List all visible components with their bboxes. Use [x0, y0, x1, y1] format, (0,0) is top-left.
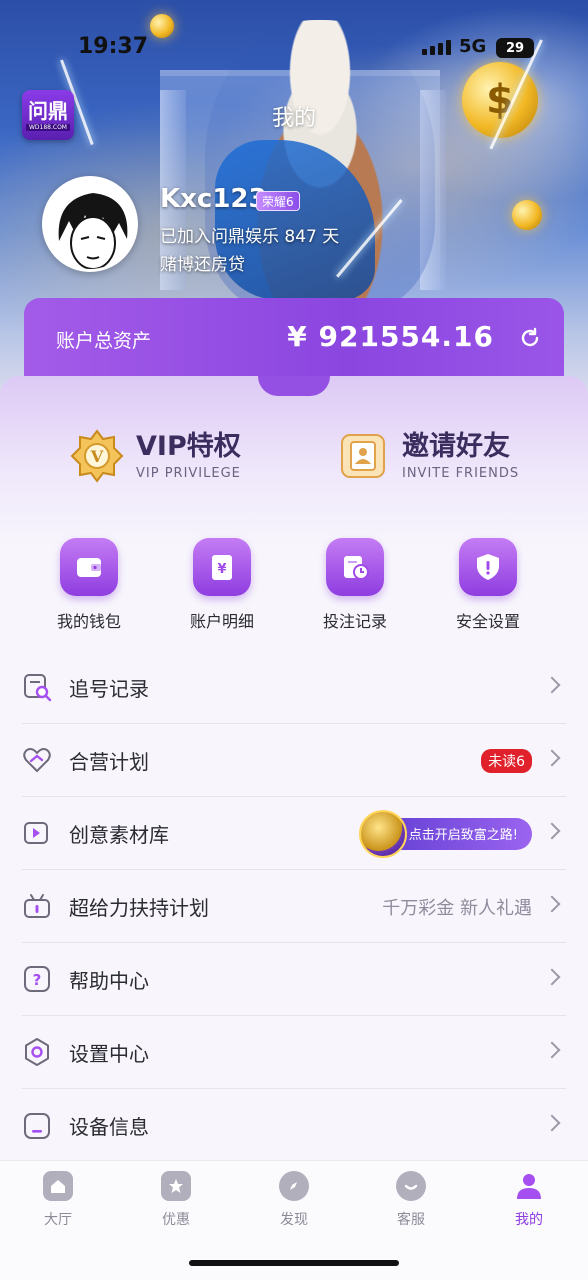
unread-badge: 未读6 — [481, 748, 532, 773]
crown-badge-icon — [358, 809, 407, 858]
menu-label: 设置中心 — [69, 1041, 149, 1066]
invite-friends-button[interactable]: 邀请好友 INVITE FRIENDS — [336, 426, 519, 486]
device-icon — [22, 1111, 52, 1141]
menu-label: 设备信息 — [69, 1115, 149, 1139]
invite-subtitle: INVITE FRIENDS — [402, 465, 520, 481]
quick-bet-record-label: 投注记录 — [322, 612, 387, 631]
coin-icon — [512, 200, 542, 230]
tab-promotions[interactable]: 优惠 — [136, 1171, 216, 1229]
signal-icon — [422, 40, 451, 55]
invite-icon — [341, 434, 385, 478]
quick-security[interactable]: 安全设置 — [433, 538, 543, 632]
menu-label: 超给力扶持计划 — [69, 895, 209, 920]
menu-item-help-center[interactable]: ? 帮助中心 — [22, 943, 566, 1016]
battery-level: 29 — [505, 40, 525, 56]
user-icon — [514, 1171, 544, 1201]
tab-label: 发现 — [280, 1212, 308, 1228]
home-icon — [43, 1171, 73, 1201]
quick-security-label: 安全设置 — [455, 612, 520, 631]
joined-days: 已加入问鼎娱乐 847 天 — [160, 227, 340, 247]
quick-statement-label: 账户明细 — [189, 612, 254, 631]
chevron-right-icon — [543, 1114, 561, 1132]
status-time: 19:37 — [78, 34, 149, 59]
menu-item-settings[interactable]: 设置中心 — [22, 1016, 566, 1089]
wallet-icon — [60, 538, 118, 596]
vip-privilege-button[interactable]: V VIP特权 VIP PRIVILEGE — [70, 426, 241, 486]
svg-text:V: V — [90, 447, 104, 466]
statement-icon: ¥ — [193, 538, 251, 596]
vip-icon: V — [70, 429, 124, 483]
username: Kxc123 — [160, 184, 267, 214]
tab-label: 优惠 — [162, 1212, 190, 1228]
avatar[interactable] — [42, 176, 138, 272]
svg-text:¥: ¥ — [217, 562, 226, 577]
quick-statement[interactable]: ¥ 账户明细 — [167, 538, 277, 632]
quick-wallet-label: 我的钱包 — [56, 612, 121, 631]
chevron-right-icon — [543, 822, 561, 840]
bet-record-icon — [326, 538, 384, 596]
quick-wallet[interactable]: 我的钱包 — [34, 538, 144, 632]
asset-value: ¥ 921554.16 — [287, 320, 494, 353]
video-icon — [22, 818, 52, 848]
rank-badge: 荣耀6 — [256, 191, 300, 211]
page-title: 我的 — [271, 106, 316, 131]
tab-discover[interactable]: 发现 — [254, 1171, 334, 1229]
invite-title: 邀请好友 — [402, 430, 510, 462]
tab-mine[interactable]: 我的 — [489, 1171, 569, 1229]
help-icon: ? — [22, 964, 52, 994]
shield-icon — [459, 538, 517, 596]
tab-label: 大厅 — [44, 1212, 72, 1228]
tab-label: 客服 — [397, 1212, 425, 1228]
menu-item-chase-record[interactable]: 追号记录 — [22, 651, 566, 724]
compass-icon — [279, 1171, 309, 1201]
chevron-right-icon — [543, 968, 561, 986]
menu-item-creative-library[interactable]: 创意素材库 点击开启致富之路! — [22, 797, 566, 870]
asset-card: 账户总资产 ¥ 921554.16 — [24, 298, 564, 378]
network-type: 5G — [459, 36, 487, 57]
menu-item-support-plan[interactable]: 超给力扶持计划 千万彩金 新人礼遇 — [22, 870, 566, 943]
partner-icon — [22, 745, 52, 775]
battery-icon: 29 — [496, 38, 534, 58]
menu-item-partner-plan[interactable]: 合营计划 未读6 — [22, 724, 566, 797]
support-icon — [396, 1171, 426, 1201]
chevron-right-icon — [543, 749, 561, 767]
star-icon — [161, 1171, 191, 1201]
menu-item-device-info[interactable]: 设备信息 — [22, 1089, 566, 1162]
refresh-icon[interactable] — [518, 326, 542, 350]
status-bar: 19:37 5G 29 — [0, 0, 588, 90]
tab-label: 我的 — [515, 1212, 543, 1228]
chevron-right-icon — [543, 895, 561, 913]
support-plan-hint: 千万彩金 新人礼遇 — [382, 897, 532, 919]
menu-label: 合营计划 — [69, 749, 149, 774]
gear-icon — [22, 1037, 52, 1067]
profile-motto: 赌博还房贷 — [160, 255, 245, 275]
asset-label: 账户总资产 — [56, 330, 152, 352]
chevron-right-icon — [543, 676, 561, 694]
tab-support[interactable]: 客服 — [371, 1171, 451, 1229]
menu-label: 创意素材库 — [69, 822, 169, 847]
gift-icon — [22, 891, 52, 921]
chevron-right-icon — [543, 1041, 561, 1059]
vip-subtitle: VIP PRIVILEGE — [136, 465, 241, 481]
menu-label: 帮助中心 — [69, 968, 149, 993]
wealth-promo-banner[interactable]: 点击开启致富之路! — [358, 809, 532, 858]
card-notch — [258, 376, 330, 396]
menu-label: 追号记录 — [69, 676, 149, 701]
tab-lobby[interactable]: 大厅 — [18, 1171, 98, 1229]
quick-bet-record[interactable]: 投注记录 — [300, 538, 410, 632]
vip-title: VIP特权 — [136, 430, 241, 462]
wealth-promo-text: 点击开启致富之路! — [408, 828, 518, 843]
search-record-icon — [22, 672, 52, 702]
home-indicator — [189, 1260, 399, 1266]
svg-text:?: ? — [33, 971, 42, 989]
